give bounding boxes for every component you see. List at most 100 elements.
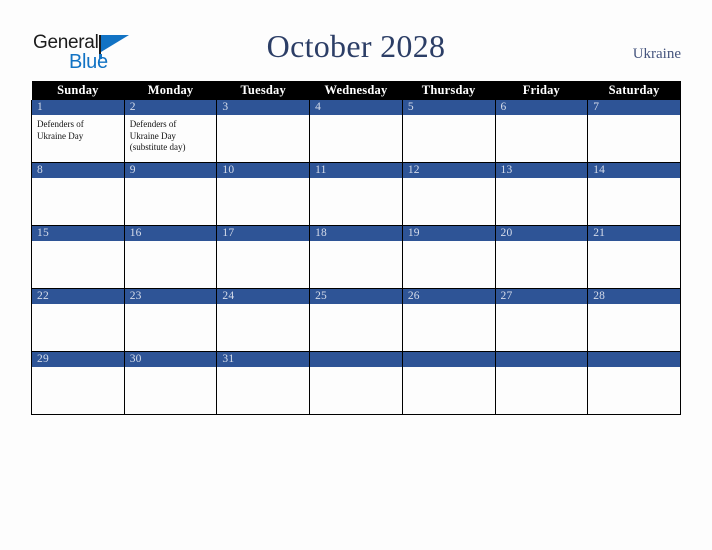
day-number: 2: [124, 100, 217, 115]
calendar-day-cell[interactable]: 8: [31, 162, 125, 226]
day-number: 20: [495, 226, 588, 241]
day-cell-content: 3: [217, 100, 310, 162]
day-number: 10: [217, 163, 310, 178]
weekday-header-wednesday: Wednesday: [309, 81, 403, 100]
day-cell-content: [588, 352, 680, 414]
day-cell-content: 18: [310, 226, 402, 288]
day-number: 13: [495, 163, 588, 178]
calendar-day-cell[interactable]: 5: [401, 100, 496, 163]
day-number: 25: [310, 289, 402, 304]
weekday-header-friday: Friday: [495, 81, 588, 100]
calendar-day-cell[interactable]: [494, 351, 589, 415]
day-number: 16: [124, 226, 217, 241]
calendar-day-cell[interactable]: 29: [31, 351, 125, 415]
calendar-day-cell[interactable]: 31: [216, 351, 311, 415]
calendar-week-row: 22 23 24 25 26 27 28: [31, 288, 681, 352]
day-number: 3: [217, 100, 310, 115]
day-cell-content: 21: [588, 226, 680, 288]
calendar-day-cell[interactable]: 24: [216, 288, 311, 352]
calendar-day-cell[interactable]: 23: [123, 288, 218, 352]
day-cell-content: 15: [32, 226, 124, 288]
weekday-header-thursday: Thursday: [402, 81, 496, 100]
calendar-day-cell[interactable]: 3: [216, 100, 311, 163]
calendar-week-row: 29 30 31: [31, 351, 681, 415]
day-cell-content: 19: [402, 226, 495, 288]
day-cell-content: 28: [588, 289, 680, 351]
calendar-day-cell[interactable]: 28: [587, 288, 681, 352]
day-number: 4: [310, 100, 402, 115]
weekday-header-saturday: Saturday: [587, 81, 681, 100]
day-number: [402, 352, 495, 367]
country-label: Ukraine: [632, 46, 681, 62]
day-number: 24: [217, 289, 310, 304]
calendar-day-cell[interactable]: 21: [587, 225, 681, 289]
day-number: 9: [124, 163, 217, 178]
event-text-line: (substitute day): [129, 142, 186, 152]
day-cell-content: 8: [32, 163, 124, 225]
day-cell-content: 7: [588, 100, 680, 162]
day-number: 29: [32, 352, 124, 367]
calendar-day-cell[interactable]: 15: [31, 225, 125, 289]
calendar-day-cell[interactable]: 10: [216, 162, 311, 226]
calendar-day-cell[interactable]: 26: [401, 288, 496, 352]
calendar-day-cell[interactable]: 1 Defenders of Ukraine Day: [31, 100, 125, 163]
calendar-day-cell[interactable]: 20: [494, 225, 589, 289]
day-number: 12: [402, 163, 495, 178]
calendar-day-cell[interactable]: 30: [123, 351, 218, 415]
calendar-day-cell[interactable]: 11: [309, 162, 403, 226]
day-number: 26: [402, 289, 495, 304]
day-number: [588, 352, 680, 367]
calendar-day-cell[interactable]: 4: [309, 100, 403, 163]
day-number: 18: [310, 226, 402, 241]
calendar-day-cell[interactable]: 27: [494, 288, 589, 352]
day-cell-content: 23: [124, 289, 217, 351]
calendar-week-row: 15 16 17 18 19 20 21: [31, 225, 681, 289]
calendar-day-cell[interactable]: 14: [587, 162, 681, 226]
calendar-day-cell[interactable]: 25: [309, 288, 403, 352]
calendar-day-cell[interactable]: 22: [31, 288, 125, 352]
day-cell-content: 2 Defenders of Ukraine Day (substitute day): [124, 100, 217, 162]
calendar-week-row: 1 Defenders of Ukraine Day 2 Defenders of Ukr…: [31, 100, 681, 163]
calendar-day-cell[interactable]: 19: [401, 225, 496, 289]
day-number: 7: [588, 100, 680, 115]
event-text-line: Ukraine Day: [129, 130, 176, 141]
calendar-day-cell[interactable]: [587, 351, 681, 415]
calendar-day-cell[interactable]: 18: [309, 225, 403, 289]
day-cell-content: 20: [495, 226, 588, 288]
calendar-day-cell[interactable]: 6: [494, 100, 589, 163]
day-number: [310, 352, 402, 367]
day-cell-content: [402, 352, 495, 414]
calendar-day-cell[interactable]: 9: [123, 162, 218, 226]
event-text-line: Defenders of: [37, 119, 84, 129]
day-number: 6: [495, 100, 588, 115]
day-number: 27: [495, 289, 588, 304]
day-number: [495, 352, 588, 367]
weekday-header-monday: Monday: [124, 81, 217, 100]
page-title: October 2028: [266, 28, 446, 64]
calendar-day-cell[interactable]: 7: [587, 100, 681, 163]
day-number: 23: [124, 289, 217, 304]
calendar-day-cell[interactable]: 17: [216, 225, 311, 289]
day-number: 8: [32, 163, 124, 178]
day-number: 30: [124, 352, 217, 367]
page-header: General Blue October 2028 Ukraine: [0, 0, 712, 81]
day-cell-content: [310, 352, 402, 414]
day-cell-content: 29: [32, 352, 124, 414]
day-cell-content: 11: [310, 163, 402, 225]
day-events: Defenders of Ukraine Day: [32, 115, 124, 142]
calendar-day-cell[interactable]: 2 Defenders of Ukraine Day (substitute day): [123, 100, 218, 163]
day-cell-content: 31: [217, 352, 310, 414]
calendar-day-cell[interactable]: 16: [123, 225, 218, 289]
day-cell-content: 5: [402, 100, 495, 162]
day-number: 14: [588, 163, 680, 178]
calendar-day-cell[interactable]: [309, 351, 403, 415]
weekday-header-sunday: Sunday: [31, 81, 125, 100]
day-cell-content: 4: [310, 100, 402, 162]
calendar-day-cell[interactable]: 13: [494, 162, 589, 226]
calendar-week-row: 8 9 10 11 12 13 14: [31, 162, 681, 226]
day-number: 1: [32, 100, 124, 115]
day-cell-content: 9: [124, 163, 217, 225]
calendar-day-cell[interactable]: 12: [401, 162, 496, 226]
day-number: 11: [310, 163, 402, 178]
calendar-day-cell[interactable]: [401, 351, 496, 415]
